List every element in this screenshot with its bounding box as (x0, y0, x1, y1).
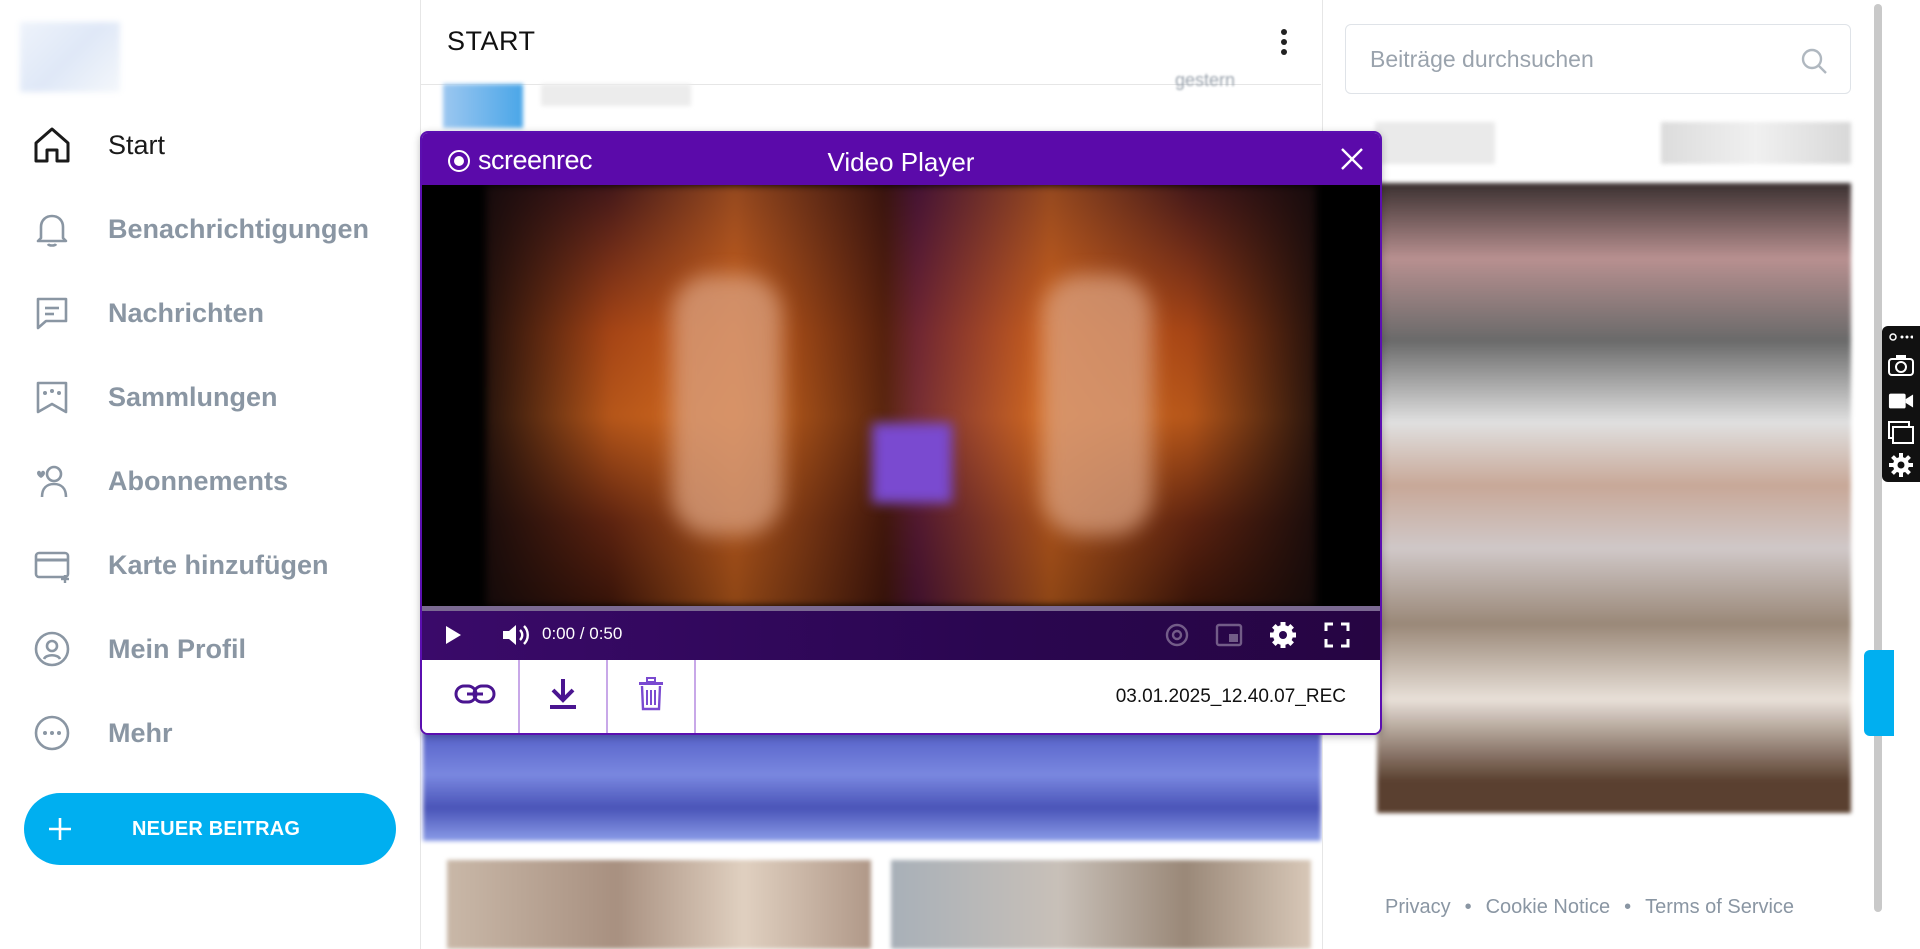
player-actions: 03.01.2025_12.40.07_REC (422, 660, 1380, 733)
sidebar-item-collections[interactable]: Sammlungen (30, 367, 278, 427)
search-box[interactable] (1345, 24, 1851, 94)
message-icon (30, 291, 74, 335)
sidebar-item-notifications[interactable]: Benachrichtigungen (30, 199, 369, 259)
sidebar-item-label: Mein Profil (108, 633, 247, 664)
link-more-icon[interactable] (1888, 330, 1914, 344)
more-vertical-icon[interactable] (1269, 26, 1299, 58)
player-controls: 0:00 / 0:50 (422, 606, 1380, 660)
sidebar-item-label: Benachrichtigungen (108, 213, 370, 244)
page-title: START (447, 26, 536, 56)
play-icon[interactable] (440, 621, 466, 649)
player-titlebar[interactable]: screenrec Video Player (422, 133, 1380, 185)
sidebar-item-profile[interactable]: Mein Profil (30, 619, 246, 679)
settings-gear-icon[interactable] (1888, 452, 1914, 478)
sidebar-item-label: Karte hinzufügen (108, 549, 329, 580)
sidebar-item-label: Sammlungen (108, 381, 278, 412)
profile-icon (30, 627, 74, 671)
camera-icon[interactable] (1888, 352, 1914, 378)
post-timestamp: gestern (1175, 70, 1236, 90)
gallery-icon[interactable] (1888, 420, 1914, 446)
sidebar-item-add-card[interactable]: Karte hinzufügen (30, 535, 329, 595)
blurred-post-thumb-right[interactable] (891, 860, 1311, 949)
settings-icon[interactable] (1268, 620, 1298, 650)
sidebar-item-label: Mehr (108, 717, 173, 748)
record-dot-icon (448, 149, 470, 172)
plus-icon (48, 817, 72, 841)
video-viewport[interactable] (422, 185, 1380, 606)
gear-ghost-icon (1162, 620, 1192, 650)
sidebar-item-start[interactable]: Start (30, 115, 165, 175)
download-icon (548, 677, 578, 716)
sidebar-item-subscriptions[interactable]: Abonnements (30, 451, 288, 511)
home-icon (30, 123, 74, 167)
sidebar-item-messages[interactable]: Nachrichten (30, 283, 264, 343)
recording-filename: 03.01.2025_12.40.07_REC (1115, 686, 1346, 707)
fullscreen-icon[interactable] (1322, 620, 1352, 650)
sidebar-item-label: Abonnements (108, 465, 289, 496)
sidebar-item-more[interactable]: Mehr (30, 703, 173, 763)
bookmark-stars-icon (30, 375, 74, 419)
video-player-window: screenrec Video Player 0:00 / 0:50 03.01… (420, 131, 1382, 735)
blurred-post-image[interactable] (423, 731, 1321, 841)
brand-name: screenrec (478, 145, 593, 175)
search-icon[interactable] (1800, 47, 1828, 75)
link-icon (454, 682, 496, 711)
side-blue-tab[interactable] (1864, 650, 1894, 736)
user-heart-icon (30, 459, 74, 503)
new-post-label: NEUER BEITRAG (132, 817, 301, 840)
pip-icon[interactable] (1214, 620, 1244, 650)
screenrec-tool-strip (1882, 326, 1920, 482)
more-circle-icon (30, 711, 74, 755)
copy-link-button[interactable] (432, 660, 520, 733)
download-button[interactable] (520, 660, 608, 733)
blurred-video-frame (486, 185, 1316, 606)
terms-link[interactable]: Terms of Service (1645, 896, 1794, 919)
blurred-figure-left (672, 275, 782, 535)
page-scrollbar[interactable] (1874, 4, 1882, 912)
blurred-username (541, 84, 691, 106)
cookie-notice-link[interactable]: Cookie Notice (1486, 896, 1611, 919)
new-post-button[interactable]: NEUER BEITRAG (24, 793, 396, 865)
logo-blurred[interactable] (20, 22, 120, 92)
footer-links: Privacy • Cookie Notice • Terms of Servi… (1385, 896, 1794, 919)
blurred-avatar[interactable] (443, 84, 523, 128)
blurred-center-square (872, 423, 952, 503)
blurred-header-right (1661, 122, 1851, 164)
sidebar-item-label: Start (108, 129, 166, 160)
footer-separator: • (1624, 896, 1632, 918)
blurred-suggestion-image[interactable] (1377, 183, 1851, 813)
blurred-figure-right (1042, 275, 1152, 535)
card-add-icon (30, 543, 74, 587)
time-display: 0:00 / 0:50 (542, 624, 623, 643)
delete-button[interactable] (608, 660, 696, 733)
progress-bar[interactable] (422, 606, 1380, 611)
screenrec-logo: screenrec (448, 145, 593, 176)
volume-icon[interactable] (500, 621, 532, 649)
sidebar-item-label: Nachrichten (108, 297, 265, 328)
privacy-link[interactable]: Privacy (1385, 896, 1451, 919)
search-input[interactable] (1368, 44, 1792, 74)
blurred-post-thumb-left[interactable] (447, 860, 871, 949)
footer-separator: • (1464, 896, 1472, 918)
trash-icon (637, 677, 665, 716)
video-camera-icon[interactable] (1888, 388, 1914, 414)
sidebar: Start Benachrichtigungen Nachrichten Sam… (0, 0, 421, 949)
close-icon[interactable] (1338, 145, 1366, 173)
right-column: Privacy • Cookie Notice • Terms of Servi… (1322, 0, 1883, 949)
bell-icon (30, 207, 74, 251)
blurred-header-left (1375, 122, 1495, 164)
